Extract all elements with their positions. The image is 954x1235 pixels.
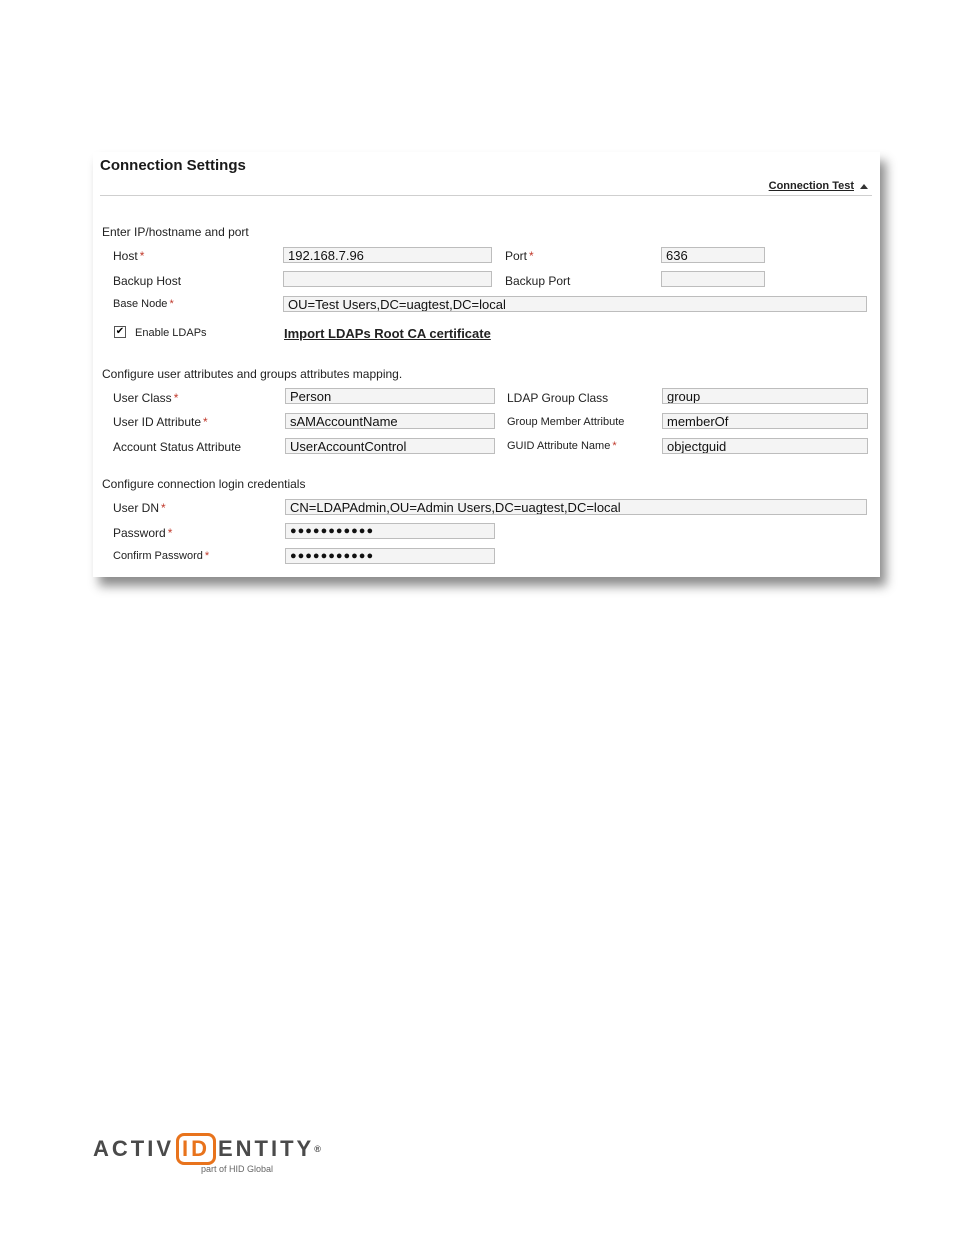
backup-port-input[interactable] bbox=[661, 271, 765, 287]
section-ip-heading: Enter IP/hostname and port bbox=[102, 225, 249, 239]
backup-port-label: Backup Port bbox=[505, 274, 571, 288]
logo-text-entity: ENTITY bbox=[218, 1136, 315, 1161]
section-credentials-heading: Configure connection login credentials bbox=[102, 477, 306, 491]
port-input[interactable]: 636 bbox=[661, 247, 765, 263]
account-status-attribute-label: Account Status Attribute bbox=[113, 440, 242, 454]
user-id-attribute-label: User ID Attribute * bbox=[113, 415, 208, 429]
enable-ldaps-label: Enable LDAPs bbox=[135, 327, 207, 339]
title-divider bbox=[100, 195, 872, 196]
guid-attribute-name-label: GUID Attribute Name * bbox=[507, 440, 617, 452]
base-node-label: Base Node * bbox=[113, 298, 174, 310]
connection-test-link[interactable]: Connection Test bbox=[769, 180, 868, 192]
connection-settings-panel: Connection Settings Connection Test Ente… bbox=[93, 152, 880, 577]
enable-ldaps-checkbox[interactable]: ✔ bbox=[114, 326, 126, 338]
section-attributes-heading: Configure user attributes and groups att… bbox=[102, 367, 403, 381]
actividentity-logo: ACTIV ID ENTITY ® part of HID Global bbox=[93, 1133, 324, 1174]
logo-text-activ: ACTIV bbox=[93, 1136, 174, 1161]
base-node-input[interactable]: OU=Test Users,DC=uagtest,DC=local bbox=[283, 296, 867, 312]
user-dn-input[interactable]: CN=LDAPAdmin,OU=Admin Users,DC=uagtest,D… bbox=[285, 499, 867, 515]
connection-test-label: Connection Test bbox=[768, 180, 854, 192]
collapse-arrow-icon[interactable] bbox=[860, 183, 868, 189]
logo-id-mark: ID bbox=[176, 1133, 216, 1165]
confirm-password-input[interactable]: ●●●●●●●●●●● bbox=[285, 548, 495, 564]
user-id-attribute-input[interactable]: sAMAccountName bbox=[285, 413, 495, 429]
backup-host-input[interactable] bbox=[283, 271, 492, 287]
backup-host-label: Backup Host bbox=[113, 274, 182, 288]
user-class-input[interactable]: Person bbox=[285, 388, 495, 404]
panel-title: Connection Settings bbox=[100, 157, 246, 174]
guid-attribute-name-input[interactable]: objectguid bbox=[662, 438, 868, 454]
import-ldaps-cert-link[interactable]: Import LDAPs Root CA certificate bbox=[284, 326, 491, 341]
group-member-attribute-input[interactable]: memberOf bbox=[662, 413, 868, 429]
ldap-group-class-label: LDAP Group Class bbox=[507, 391, 609, 405]
host-input[interactable]: 192.168.7.96 bbox=[283, 247, 492, 263]
password-input[interactable]: ●●●●●●●●●●● bbox=[285, 523, 495, 539]
ldap-group-class-input[interactable]: group bbox=[662, 388, 868, 404]
logo-tagline: part of HID Global bbox=[201, 1164, 274, 1174]
registered-mark: ® bbox=[314, 1144, 324, 1154]
group-member-attribute-label: Group Member Attribute bbox=[507, 416, 625, 428]
host-label: Host * bbox=[113, 249, 145, 263]
password-label: Password * bbox=[113, 526, 173, 540]
user-class-label: User Class * bbox=[113, 391, 179, 405]
account-status-attribute-input[interactable]: UserAccountControl bbox=[285, 438, 495, 454]
port-label: Port * bbox=[505, 249, 534, 263]
user-dn-label: User DN * bbox=[113, 501, 166, 515]
confirm-password-label: Confirm Password * bbox=[113, 550, 210, 562]
